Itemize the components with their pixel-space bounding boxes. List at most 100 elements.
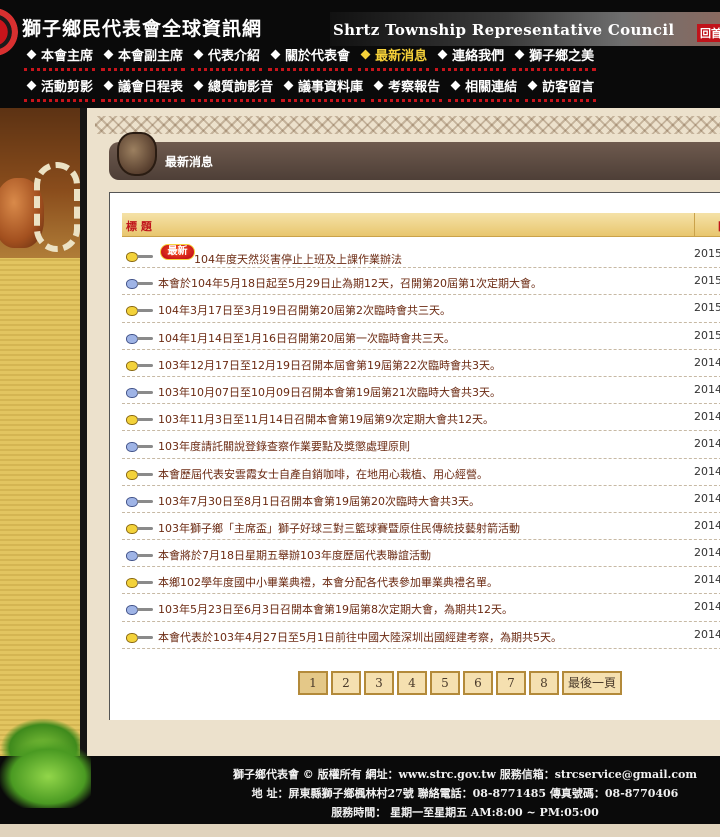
nav-item-label: 議會日程表 — [118, 80, 184, 95]
home-link[interactable]: 回首 — [697, 24, 720, 42]
news-row[interactable]: 本會歷屆代表安雲霞女士自產自銷咖啡，在地用心栽植、用心經營。 2014 — [122, 459, 720, 486]
pointer-hand-icon — [126, 249, 154, 263]
news-date: 2014 — [694, 627, 720, 641]
footer-copyright-line: 獅子鄉代表會 © 版權所有 網址：www.strc.gov.tw 服務信箱：st… — [232, 768, 698, 781]
main-nav-row-1: 本會主席 本會副主席 代表介紹 關於代表會 最新消息 連絡我們 獅子鄉之美 — [0, 43, 720, 71]
news-row[interactable]: 本會將於7月18日星期五舉辦103年度歷屆代表聯誼活動 2014 — [122, 540, 720, 568]
nav-item-label: 考察報告 — [388, 80, 441, 95]
news-row[interactable]: 本會於104年5月18日起至5月29日止為期12天，召開第20屆第1次定期大會。… — [122, 268, 720, 296]
nav-item-nav-row_2-3[interactable]: 議事資料庫 — [281, 74, 366, 102]
diamond-bullet-icon — [270, 49, 281, 60]
site-header: 獅子鄉民代表會全球資訊網 Shrtz Township Representati… — [0, 0, 720, 108]
pointer-hand-icon — [126, 439, 154, 453]
page-button-1[interactable]: 1 — [298, 671, 328, 695]
pointer-hand-icon — [126, 521, 154, 535]
news-date: 2014 — [694, 437, 720, 451]
diamond-bullet-icon — [450, 80, 461, 91]
nav-item-nav-row_1-2[interactable]: 代表介紹 — [191, 43, 263, 71]
nav-item-nav-row_1-3[interactable]: 關於代表會 — [268, 43, 353, 71]
news-title-link[interactable]: 本鄉102學年度國中小畢業典禮，本會分配各代表參加畢業典禮名單。 — [158, 574, 498, 590]
pointer-hand-icon — [126, 303, 154, 317]
news-row[interactable]: 103年10月07日至10月09日召開本會第19屆第21次臨時大會共3天。 201… — [122, 377, 720, 405]
vase-icon — [117, 132, 157, 176]
page-button-3[interactable]: 3 — [364, 671, 394, 695]
news-date: 2014 — [694, 573, 720, 587]
pointer-hand-icon — [126, 467, 154, 481]
left-decor-panel — [0, 108, 86, 768]
nav-item-nav-row_2-2[interactable]: 總質詢影音 — [191, 74, 276, 102]
news-title-link[interactable]: 103年11月3日至11月14日召開本會第19屆第9次定期大會共12天。 — [158, 411, 494, 427]
news-row[interactable]: 103年12月17日至12月19日召開本屆會第19屆第22次臨時會共3天。 201… — [122, 350, 720, 377]
nav-item-label: 本會副主席 — [118, 49, 184, 64]
news-row[interactable]: 本會代表於103年4月27日至5月1日前往中國大陸深圳出國經建考察，為期共5天。… — [122, 622, 720, 649]
nav-item-label: 訪客留言 — [542, 80, 595, 95]
news-row[interactable]: 最新 104年度天然災害停止上班及上課作業辦法 2015 — [122, 241, 720, 269]
news-row[interactable]: 104年1月14日至1月16日召開第20屆第一次臨時會共三天。 2015 — [122, 323, 720, 350]
news-row[interactable]: 本鄉102學年度國中小畢業典禮，本會分配各代表參加畢業典禮名單。 2014 — [122, 567, 720, 595]
nav-item-nav-row_2-4[interactable]: 考察報告 — [371, 74, 443, 102]
nav-item-nav-row_2-1[interactable]: 議會日程表 — [101, 74, 186, 102]
news-title-link[interactable]: 本會歷屆代表安雲霞女士自產自銷咖啡，在地用心栽植、用心經營。 — [158, 466, 488, 482]
nav-item-nav-row_1-6[interactable]: 獅子鄉之美 — [512, 43, 597, 71]
news-title-link[interactable]: 103年7月30日至8月1日召開本會第19屆第20次臨時大會共3天。 — [158, 493, 480, 509]
last-page-button[interactable]: 最後一頁 — [562, 671, 623, 695]
news-title-link[interactable]: 103年10月07日至10月09日召開本會第19屆第21次臨時大會共3天。 — [158, 384, 501, 400]
news-row[interactable]: 103年度請託關說登錄查察作業要點及獎懲處理原則 2014 — [122, 431, 720, 459]
column-header-title: 標 題 — [126, 220, 152, 233]
pointer-hand-icon — [126, 412, 154, 426]
nav-item-label: 代表介紹 — [208, 49, 261, 64]
news-title-link[interactable]: 103年度請託關說登錄查察作業要點及獎懲處理原則 — [158, 438, 410, 454]
nav-item-nav-row_1-5[interactable]: 連絡我們 — [435, 43, 507, 71]
news-date: 2015 — [694, 301, 720, 315]
news-title-link[interactable]: 104年度天然災害停止上班及上課作業辦法 — [194, 251, 402, 267]
news-title-link[interactable]: 本會代表於103年4月27日至5月1日前往中國大陸深圳出國經建考察，為期共5天。 — [158, 629, 562, 645]
page-button-6[interactable]: 6 — [463, 671, 493, 695]
news-title-link[interactable]: 104年1月14日至1月16日召開第20屆第一次臨時會共三天。 — [158, 330, 455, 346]
main-content-area: 最新消息 標 題 日 最新104年度天然災害停止上班及上課作業辦法2015本會於… — [87, 108, 720, 756]
page-button-2[interactable]: 2 — [331, 671, 361, 695]
news-row[interactable]: 103年獅子鄉「主席盃」獅子好球三對三籃球賽暨原住民傳統技藝射箭活動 2014 — [122, 513, 720, 541]
diamond-bullet-icon — [193, 49, 204, 60]
news-title-link[interactable]: 本會於104年5月18日起至5月29日止為期12天，召開第20屆第1次定期大會。 — [158, 275, 542, 291]
page-button-7[interactable]: 7 — [496, 671, 526, 695]
news-row[interactable]: 103年11月3日至11月14日召開本會第19屆第9次定期大會共12天。 2014 — [122, 404, 720, 432]
nav-item-nav-row_2-5[interactable]: 相關連結 — [448, 74, 520, 102]
page-button-5[interactable]: 5 — [430, 671, 460, 695]
news-row[interactable]: 103年5月23日至6月3日召開本會第19屆第8次定期大會，為期共12天。 201… — [122, 594, 720, 622]
news-date: 2014 — [694, 546, 720, 560]
news-row[interactable]: 103年7月30日至8月1日召開本會第19屆第20次臨時大會共3天。 2014 — [122, 486, 720, 513]
news-title-link[interactable]: 103年12月17日至12月19日召開本屆會第19屆第22次臨時會共3天。 — [158, 357, 501, 373]
section-title: 最新消息 — [165, 155, 214, 169]
news-date: 2015 — [694, 247, 720, 260]
news-title-link[interactable]: 103年5月23日至6月3日召開本會第19屆第8次定期大會，為期共12天。 — [158, 601, 513, 617]
main-nav-row-2: 活動剪影 議會日程表 總質詢影音 議事資料庫 考察報告 相關連結 訪客留言 — [0, 74, 720, 102]
news-title-link[interactable]: 104年3月17日至3月19日召開第20屆第2次臨時會共三天。 — [158, 302, 451, 318]
page-button-4[interactable]: 4 — [397, 671, 427, 695]
diamond-bullet-icon — [514, 49, 525, 60]
news-date: 2014 — [694, 491, 720, 505]
site-footer: 獅子鄉代表會 © 版權所有 網址：www.strc.gov.tw 服務信箱：st… — [0, 738, 720, 824]
news-title-link[interactable]: 103年獅子鄉「主席盃」獅子好球三對三籃球賽暨原住民傳統技藝射箭活動 — [158, 520, 520, 536]
nav-item-label: 總質詢影音 — [208, 80, 274, 95]
bottom-strip — [0, 824, 720, 837]
nav-item-label: 獅子鄉之美 — [529, 49, 595, 64]
nav-item-nav-row_2-0[interactable]: 活動剪影 — [24, 74, 96, 102]
diamond-bullet-icon — [373, 80, 384, 91]
pointer-hand-icon — [126, 630, 154, 644]
nav-item-label: 相關連結 — [465, 80, 518, 95]
footer-address-line: 地 址：屏東縣獅子鄉楓林村27號 聯絡電話：08-8771485 傳真號碼：08… — [251, 787, 679, 800]
nav-item-nav-row_1-0[interactable]: 本會主席 — [24, 43, 96, 71]
nav-item-nav-row_1-4[interactable]: 最新消息 — [358, 43, 430, 71]
pagination: 1 2 3 4 5 6 7 8 最後一頁 — [298, 671, 623, 697]
page-button-8[interactable]: 8 — [529, 671, 559, 695]
diamond-bullet-icon — [527, 80, 538, 91]
nav-item-nav-row_2-6[interactable]: 訪客留言 — [525, 74, 597, 102]
news-title-link[interactable]: 本會將於7月18日星期五舉辦103年度歷屆代表聯誼活動 — [158, 547, 431, 563]
tribal-pattern-border — [95, 116, 720, 134]
section-header-bar: 最新消息 — [109, 132, 720, 180]
site-title-en: Shrtz Township Representative Council — [333, 21, 675, 39]
news-row[interactable]: 104年3月17日至3月19日召開第20屆第2次臨時會共三天。 2015 — [122, 295, 720, 323]
news-date: 2014 — [694, 355, 720, 369]
site-title-zh: 獅子鄉民代表會全球資訊網 — [22, 18, 263, 40]
nav-item-nav-row_1-1[interactable]: 本會副主席 — [101, 43, 186, 71]
